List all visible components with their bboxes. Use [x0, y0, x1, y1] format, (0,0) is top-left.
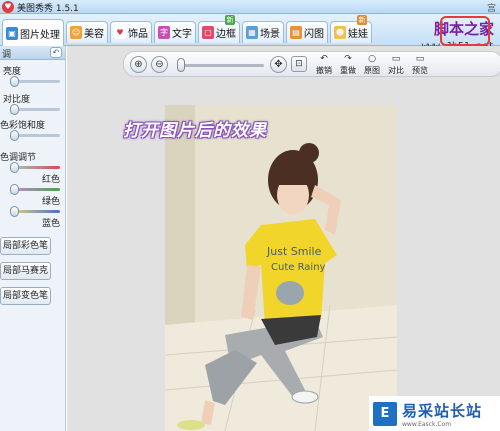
slider-thumb[interactable]: [10, 206, 19, 217]
edited-photo: Just Smile Cute Rainy: [165, 105, 397, 431]
tab-label: 饰品: [128, 29, 148, 40]
slider-label: 红色: [41, 175, 60, 185]
original-icon: ○: [368, 54, 376, 64]
scene-icon: ▦: [246, 26, 258, 39]
tab-scene[interactable]: ▦ 场景: [242, 21, 284, 43]
shirt-print-line1: Just Smile: [266, 245, 322, 258]
original-button[interactable]: ○ 原图: [361, 54, 383, 76]
photo-caption: 打开图片后的效果: [123, 121, 267, 141]
tab-label: 场景: [260, 29, 280, 40]
tab-label: 美容: [84, 29, 104, 40]
main-tab-bar: ▣ 图片处理 ☺ 美容 ♥ 饰品 字 文字 新 ▢ 边框 ▦ 场景 ▤ 闪图 新…: [0, 14, 500, 52]
slider-label: 对比度: [3, 95, 31, 105]
tab-label: 图片处理: [20, 29, 60, 41]
slider-thumb[interactable]: [10, 130, 19, 141]
local-color-pen-button[interactable]: 局部彩色笔: [0, 237, 51, 255]
frame-icon: ▢: [202, 26, 214, 39]
color-section-label: 色调调节: [0, 153, 37, 163]
slider-thumb[interactable]: [10, 104, 19, 115]
panel-header: 调 ↶: [0, 46, 65, 60]
tab-frame[interactable]: 新 ▢ 边框: [198, 15, 240, 43]
undo-button[interactable]: ↶ 撤销: [313, 54, 335, 76]
title-bar: ♥ 美图秀秀 1.5.1 宫: [0, 0, 500, 14]
tab-doll[interactable]: 新 ☻ 娃娃: [330, 15, 372, 43]
slider-thumb[interactable]: [10, 162, 19, 173]
slider-label: 亮度: [3, 67, 22, 77]
photo-illustration: Just Smile Cute Rainy: [165, 105, 397, 431]
site-watermark-bottom: E 易采站长站 www.Easck.Com: [369, 396, 500, 431]
doll-icon: ☻: [334, 26, 346, 39]
shirt-print-line2: Cute Rainy: [271, 262, 326, 273]
slider-label: 蓝色: [41, 219, 60, 229]
tab-beauty[interactable]: ☺ 美容: [66, 21, 108, 43]
tool-label: 原图: [364, 66, 380, 75]
zoom-in-icon[interactable]: ⊕: [130, 56, 147, 73]
flash-icon: ▤: [290, 26, 302, 39]
tool-label: 重做: [340, 66, 356, 75]
text-icon: 字: [158, 26, 170, 39]
tab-text[interactable]: 字 文字: [154, 21, 196, 43]
slider-thumb[interactable]: [10, 184, 19, 195]
tab-image-processing[interactable]: ▣ 图片处理: [2, 19, 64, 46]
site-logo-icon: E: [373, 401, 397, 426]
tab-flash[interactable]: ▤ 闪图: [286, 21, 328, 43]
undo-icon[interactable]: ↶: [50, 47, 62, 58]
tab-label: 边框: [216, 29, 236, 40]
zoom-out-icon[interactable]: ⊖: [151, 56, 168, 73]
zoom-slider-track[interactable]: [179, 64, 264, 67]
tool-label: 对比: [388, 66, 404, 75]
tab-label: 闪图: [304, 29, 324, 40]
preview-icon: ▭: [415, 54, 425, 64]
window-title: 美图秀秀 1.5.1: [17, 4, 79, 14]
new-badge: 新: [357, 15, 367, 25]
tool-label: 预览: [412, 66, 428, 75]
view-toolbar: ⊕ ⊖ ✥ ⊡ ↶ 撤销 ↷ 重做 ○ 原图 ▭ 对比 ▭ 预览: [123, 51, 500, 77]
compare-icon: ▭: [391, 54, 401, 64]
image-icon: ▣: [6, 26, 18, 40]
tab-label: 娃娃: [348, 29, 368, 40]
redo-icon: ↷: [344, 54, 352, 64]
tool-label: 撤销: [316, 66, 332, 75]
new-badge: 新: [225, 15, 235, 25]
undo-icon: ↶: [320, 54, 328, 64]
redo-button[interactable]: ↷ 重做: [337, 54, 359, 76]
app-logo-icon: ♥: [2, 1, 14, 13]
tab-accessories[interactable]: ♥ 饰品: [110, 21, 152, 43]
canvas-area: ⊕ ⊖ ✥ ⊡ ↶ 撤销 ↷ 重做 ○ 原图 ▭ 对比 ▭ 预览 Just Sm…: [67, 46, 500, 431]
heart-icon: ♥: [114, 26, 126, 39]
fit-screen-icon[interactable]: ✥: [270, 56, 287, 73]
watermark-text: 易采站长站 www.Easck.Com: [402, 400, 482, 428]
slider-label: 色彩饱和度: [0, 121, 46, 131]
highlight-box: [440, 16, 490, 46]
face-icon: ☺: [70, 26, 82, 39]
title-corner-text: 宫: [486, 4, 496, 14]
watermark-title: 易采站长站: [402, 401, 483, 420]
adjust-panel: 调 ↶ 亮度 对比度 色彩饱和度 色调调节 红色 绿色 蓝色 局部彩色笔 局部马…: [0, 46, 66, 431]
compare-button[interactable]: ▭ 对比: [385, 54, 407, 76]
actual-size-icon[interactable]: ⊡: [291, 56, 307, 72]
watermark-url: www.Easck.Com: [402, 420, 452, 428]
slider-thumb[interactable]: [10, 76, 19, 87]
local-recolor-pen-button[interactable]: 局部变色笔: [0, 287, 51, 305]
preview-button[interactable]: ▭ 预览: [409, 54, 431, 76]
zoom-slider-thumb[interactable]: [177, 58, 185, 72]
local-mosaic-button[interactable]: 局部马赛克: [0, 262, 51, 280]
panel-title: 调: [2, 50, 12, 60]
slider-label: 绿色: [41, 197, 60, 207]
tab-label: 文字: [172, 29, 192, 40]
